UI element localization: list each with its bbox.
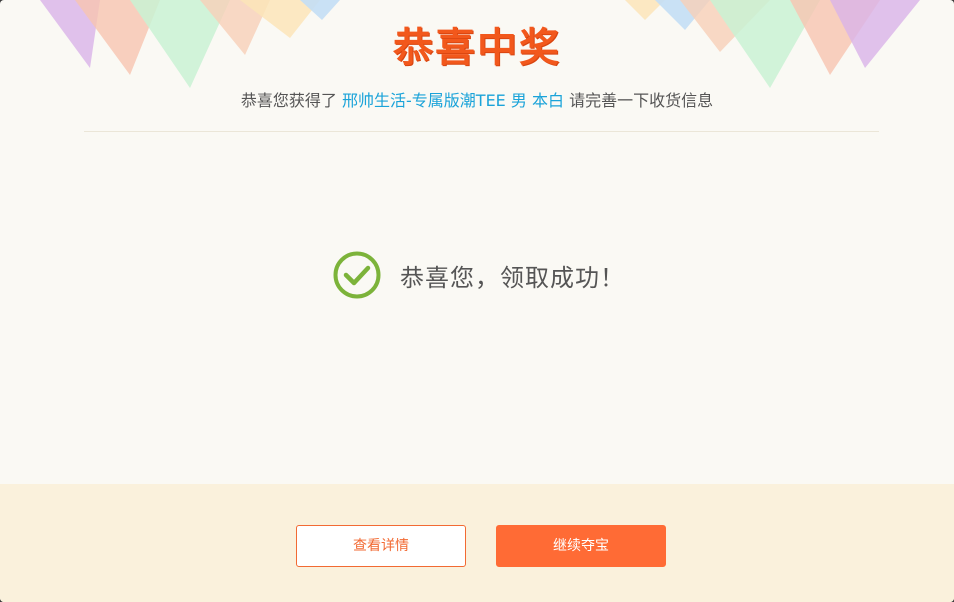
prize-description: 恭喜您获得了 邢帅生活-专属版潮TEE 男 本白 请完善一下收货信息 [0, 90, 954, 112]
check-circle-icon [333, 251, 381, 299]
dialog-footer: 查看详情 继续夺宝 [0, 484, 954, 602]
prize-dialog: 恭喜中奖 恭喜您获得了 邢帅生活-专属版潮TEE 男 本白 请完善一下收货信息 … [0, 0, 954, 602]
prize-suffix: 请完善一下收货信息 [569, 91, 714, 110]
success-message: 恭喜您，领取成功！ [400, 263, 625, 292]
dialog-title: 恭喜中奖 [393, 25, 561, 71]
prize-name-link[interactable]: 邢帅生活-专属版潮TEE 男 本白 [342, 91, 564, 110]
success-status: 恭喜您，领取成功！ [332, 250, 625, 300]
prize-prefix: 恭喜您获得了 [240, 91, 337, 110]
view-details-button[interactable]: 查看详情 [296, 525, 466, 567]
continue-button[interactable]: 继续夺宝 [496, 525, 666, 567]
divider [84, 131, 879, 132]
